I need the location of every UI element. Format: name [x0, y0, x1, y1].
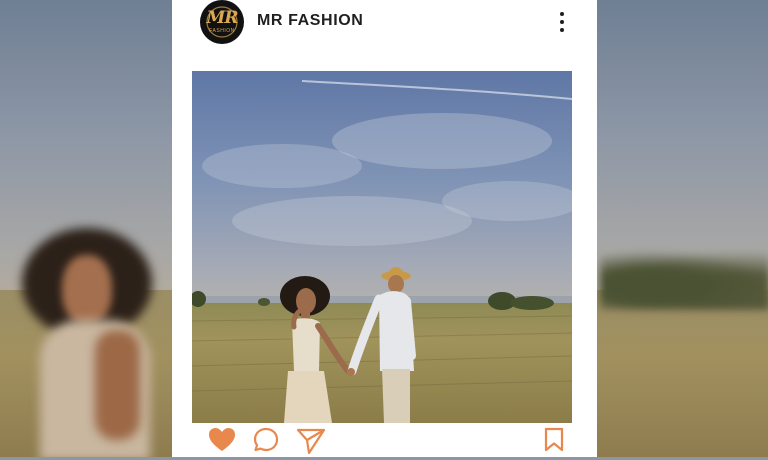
background-woman-arm [95, 330, 140, 440]
post-header: MR FASHION MR FASHION [172, 0, 597, 44]
bookmark-icon[interactable] [543, 427, 565, 458]
more-vertical-icon[interactable] [552, 10, 572, 34]
account-name[interactable]: MR FASHION [257, 12, 363, 30]
post-photo[interactable] [192, 71, 572, 423]
heart-icon[interactable] [208, 427, 236, 458]
avatar[interactable]: MR FASHION [200, 0, 244, 44]
comment-icon[interactable] [253, 427, 279, 458]
background-trees [600, 250, 768, 310]
background-woman-face [62, 255, 112, 325]
post-actions [172, 425, 597, 457]
send-icon[interactable] [296, 427, 326, 460]
post-card: MR FASHION MR FASHION [172, 0, 597, 457]
photo-image [192, 71, 572, 423]
logo-subtext: FASHION [209, 28, 235, 34]
logo-text: MR [206, 8, 239, 28]
